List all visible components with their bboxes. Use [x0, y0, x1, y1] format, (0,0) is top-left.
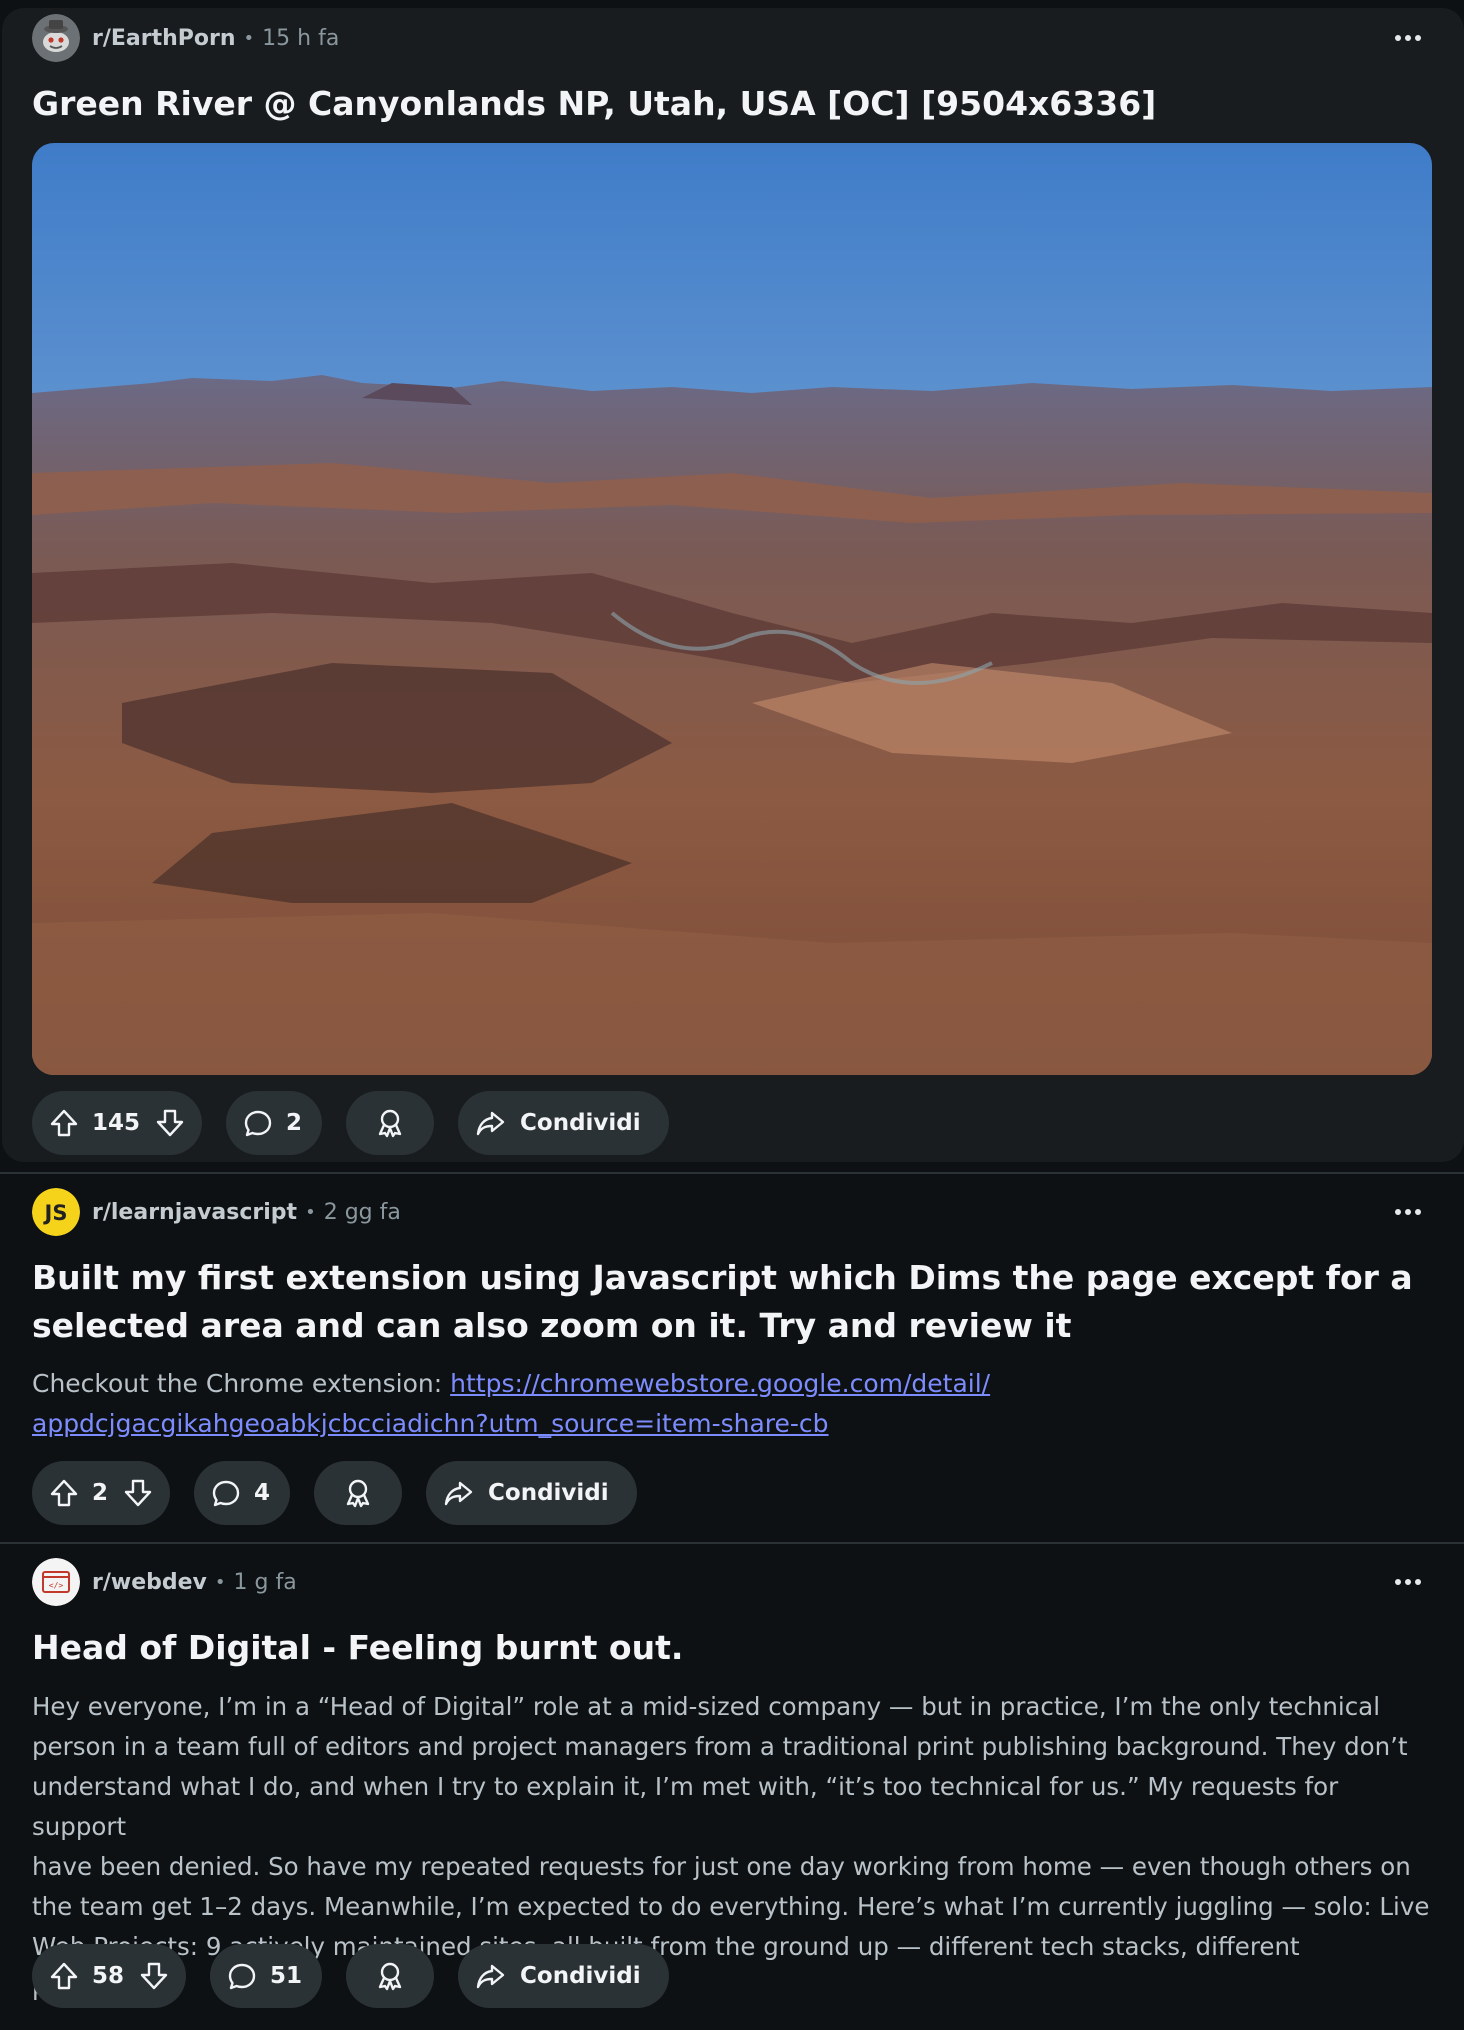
- extension-link-continued[interactable]: appdcjgacgikahgeoabkjcbcciadichn?utm_sou…: [32, 1409, 829, 1438]
- share-label: Condividi: [520, 1963, 641, 1989]
- vote-count: 58: [92, 1963, 125, 1989]
- upvote-icon[interactable]: [48, 1477, 80, 1509]
- post-actions: 58 51 Condividi: [32, 1944, 693, 2008]
- share-button[interactable]: Condividi: [426, 1461, 637, 1525]
- share-icon: [474, 1107, 506, 1139]
- comment-count: 2: [286, 1110, 303, 1136]
- vote-control: 145: [32, 1091, 203, 1155]
- post-actions: 2 4 Condividi: [32, 1461, 661, 1525]
- downvote-icon[interactable]: [122, 1477, 154, 1509]
- post-time: 1 g fa: [233, 1569, 297, 1595]
- body-line: the team get 1–2 days. Meanwhile, I’m ex…: [32, 1892, 1430, 1921]
- post-actions: 145 2 Condividi: [32, 1091, 693, 1155]
- body-line: have been denied. So have my repeated re…: [32, 1852, 1411, 1881]
- vote-count: 145: [92, 1110, 141, 1136]
- javascript-logo-icon[interactable]: JS: [32, 1188, 80, 1236]
- comment-icon: [210, 1477, 242, 1509]
- code-window-icon[interactable]: </>: [32, 1558, 80, 1606]
- post-time: 2 gg fa: [323, 1199, 401, 1225]
- post-card[interactable]: JS r/learnjavascript • 2 gg fa Built my …: [0, 1174, 1464, 1542]
- body-line: understand what I do, and when I try to …: [32, 1772, 1339, 1841]
- award-icon: [374, 1107, 406, 1139]
- post-card[interactable]: r/EarthPorn • 15 h fa Green River @ Cany…: [0, 0, 1464, 1172]
- svg-text:</>: </>: [49, 1581, 64, 1590]
- body-line: Hey everyone, I’m in a “Head of Digital”…: [32, 1692, 1381, 1721]
- extension-link[interactable]: https://chromewebstore.google.com/detail…: [450, 1369, 990, 1398]
- separator-dot: •: [305, 1201, 316, 1223]
- subreddit-name[interactable]: r/webdev: [92, 1570, 207, 1595]
- post-meta: r/EarthPorn • 15 h fa: [32, 14, 339, 62]
- post-title[interactable]: Built my first extension using Javascrip…: [32, 1254, 1422, 1350]
- post-title[interactable]: Green River @ Canyonlands NP, Utah, USA …: [32, 80, 1422, 128]
- comments-button[interactable]: 51: [210, 1944, 323, 2008]
- share-button[interactable]: Condividi: [458, 1944, 669, 2008]
- post-card[interactable]: </> r/webdev • 1 g fa Head of Digital - …: [0, 1544, 1464, 2030]
- comments-button[interactable]: 4: [194, 1461, 291, 1525]
- share-icon: [442, 1477, 474, 1509]
- comment-icon: [226, 1960, 258, 1992]
- downvote-icon[interactable]: [138, 1960, 170, 1992]
- post-time: 15 h fa: [262, 25, 340, 51]
- vote-control: 2: [32, 1461, 171, 1525]
- svg-text:JS: JS: [43, 1201, 68, 1225]
- canyon-landscape-image[interactable]: [32, 143, 1432, 1075]
- comment-count: 51: [270, 1963, 303, 1989]
- upvote-icon[interactable]: [48, 1960, 80, 1992]
- vote-count: 2: [92, 1480, 109, 1506]
- body-line: person in a team full of editors and pro…: [32, 1732, 1408, 1761]
- share-label: Condividi: [520, 1110, 641, 1136]
- award-button[interactable]: [346, 1944, 435, 2008]
- more-options-icon[interactable]: [1388, 1192, 1428, 1232]
- subreddit-name[interactable]: r/EarthPorn: [92, 26, 236, 51]
- comments-button[interactable]: 2: [226, 1091, 323, 1155]
- reddit-snoo-icon[interactable]: [32, 14, 80, 62]
- award-button[interactable]: [346, 1091, 435, 1155]
- body-text: Checkout the Chrome extension:: [32, 1369, 451, 1398]
- award-button[interactable]: [314, 1461, 403, 1525]
- share-button[interactable]: Condividi: [458, 1091, 669, 1155]
- comment-count: 4: [254, 1480, 271, 1506]
- more-options-icon[interactable]: [1388, 1562, 1428, 1602]
- post-meta: </> r/webdev • 1 g fa: [32, 1558, 297, 1606]
- separator-dot: •: [214, 1571, 226, 1593]
- share-icon: [474, 1960, 506, 1992]
- more-options-icon[interactable]: [1388, 18, 1428, 58]
- vote-control: 58: [32, 1944, 187, 2008]
- award-icon: [374, 1960, 406, 1992]
- award-icon: [342, 1477, 374, 1509]
- post-title[interactable]: Head of Digital - Feeling burnt out.: [32, 1624, 1422, 1672]
- post-meta: JS r/learnjavascript • 2 gg fa: [32, 1188, 401, 1236]
- share-label: Condividi: [488, 1480, 609, 1506]
- downvote-icon[interactable]: [154, 1107, 186, 1139]
- upvote-icon[interactable]: [48, 1107, 80, 1139]
- subreddit-name[interactable]: r/learnjavascript: [92, 1200, 297, 1225]
- comment-icon: [242, 1107, 274, 1139]
- separator-dot: •: [243, 27, 255, 49]
- post-body: Checkout the Chrome extension: https://c…: [32, 1364, 1432, 1444]
